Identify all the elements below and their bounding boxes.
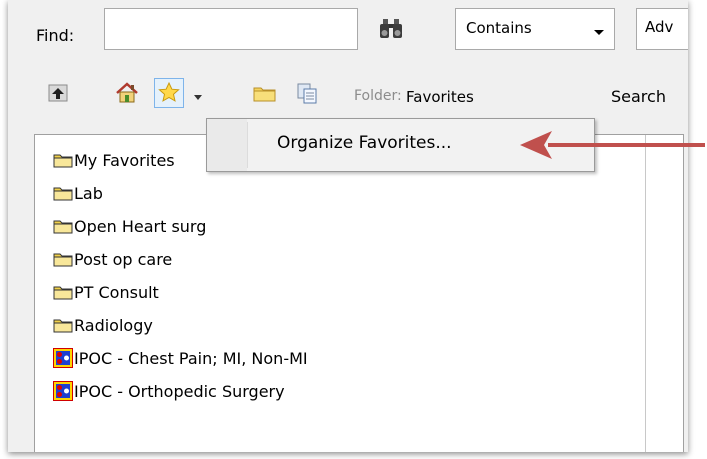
list-item-label: IPOC - Chest Pain; MI, Non-MI — [74, 348, 308, 368]
folder-icon — [53, 286, 73, 300]
list-item-label: My Favorites — [74, 150, 175, 170]
ipoc-plan-icon — [53, 381, 73, 401]
list-item[interactable]: Post op care — [53, 246, 172, 272]
advanced-button[interactable]: Adv — [636, 8, 688, 50]
list-item[interactable]: Lab — [53, 180, 103, 206]
new-folder-icon[interactable] — [252, 81, 276, 105]
list-item-label: IPOC - Orthopedic Surgery — [74, 381, 285, 401]
list-item-label: Post op care — [74, 249, 173, 269]
ipoc-plan-icon — [53, 348, 73, 368]
match-type-select[interactable]: Contains — [455, 8, 615, 50]
list-column-divider — [645, 135, 646, 452]
annotation-arrow-icon — [520, 131, 705, 159]
folder-icon — [53, 187, 73, 201]
list-item-label: Open Heart surg — [74, 216, 207, 236]
copy-icon[interactable] — [295, 81, 319, 105]
list-item-label: PT Consult — [74, 282, 159, 302]
binoculars-icon[interactable] — [378, 18, 404, 40]
folder-label: Folder: — [354, 88, 402, 104]
menu-separator — [247, 122, 248, 168]
folder-value: Favorites — [406, 88, 474, 106]
find-input[interactable] — [104, 8, 358, 50]
favorites-dropdown-arrow-icon[interactable] — [194, 95, 202, 100]
up-folder-icon[interactable] — [46, 81, 70, 105]
home-icon[interactable] — [115, 81, 139, 105]
star-icon — [158, 81, 180, 102]
favorites-window: Find: Contains Adv Folder: Favorites Sea… — [8, 0, 688, 452]
search-label: Search — [611, 87, 666, 106]
folder-icon — [53, 253, 73, 267]
folder-icon — [53, 154, 73, 168]
list-item[interactable]: IPOC - Orthopedic Surgery — [53, 378, 285, 404]
favorites-list: My Favorites Lab Open Heart surg Post op… — [34, 134, 684, 452]
folder-toolbar: Folder: Favorites Search — [8, 76, 688, 120]
list-item-label: Radiology — [74, 315, 153, 335]
match-type-value: Contains — [466, 19, 532, 37]
list-item[interactable]: Open Heart surg — [53, 213, 206, 239]
list-item-label: Lab — [74, 183, 103, 203]
find-toolbar: Find: Contains Adv — [8, 0, 688, 62]
favorites-star-button[interactable] — [154, 78, 184, 108]
chevron-down-icon — [594, 30, 604, 35]
list-item[interactable]: My Favorites — [53, 147, 175, 173]
folder-icon — [53, 220, 73, 234]
organize-favorites-menu-item[interactable]: Organize Favorites... — [277, 133, 452, 153]
menu-icon-gutter — [207, 119, 247, 171]
find-label: Find: — [36, 26, 75, 45]
folder-icon — [53, 319, 73, 333]
list-item[interactable]: IPOC - Chest Pain; MI, Non-MI — [53, 345, 308, 371]
list-item[interactable]: Radiology — [53, 312, 153, 338]
list-item[interactable]: PT Consult — [53, 279, 159, 305]
